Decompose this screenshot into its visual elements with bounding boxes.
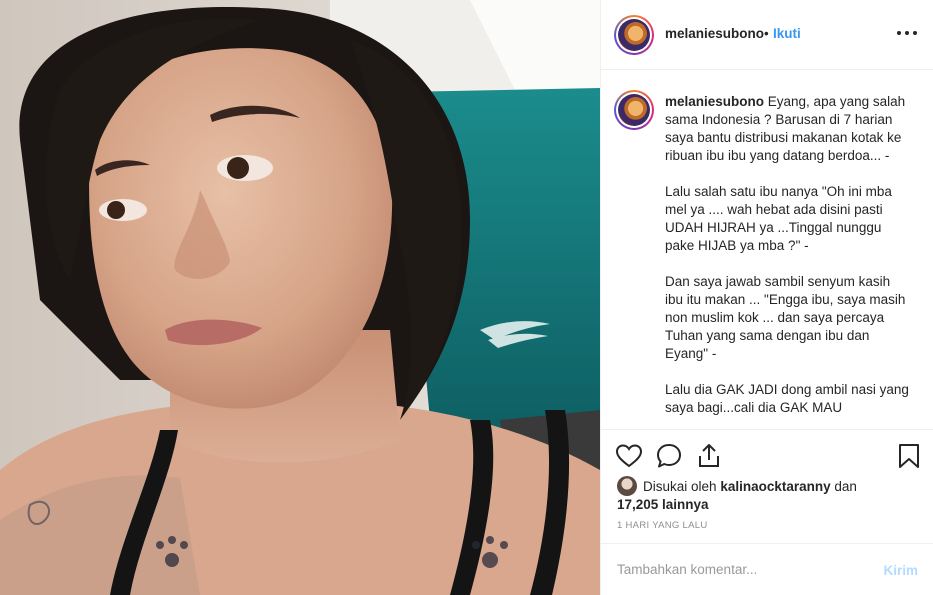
caption-avatar[interactable] [614,90,654,130]
add-comment-bar: Kirim [601,543,933,595]
caption-paragraph: Lalu dia GAK JADI dong ambil nasi yang s… [665,382,909,415]
bookmark-icon[interactable] [895,442,923,470]
caption-paragraph: Dan saya jawab sambil senyum kasih ibu i… [665,274,906,361]
post-side-panel: melaniesubono • Ikuti melaniesubono Eyan… [600,0,933,595]
follow-button[interactable]: Ikuti [773,26,801,41]
comment-input[interactable] [617,558,867,580]
caption-paragraph: Lalu salah satu ibu nanya "Oh ini mba me… [665,184,892,253]
caption-text: melaniesubono Eyang, apa yang salah sama… [665,93,910,429]
header-username[interactable]: melaniesubono [665,26,764,41]
likes-summary: Disukai oleh kalinaocktaranny dan 17,205… [617,476,917,514]
post-photo[interactable] [0,0,600,595]
selfie-image [0,0,600,595]
liker-username[interactable]: kalinaocktaranny [720,479,830,494]
post-timestamp[interactable]: 1 HARI YANG LALU [617,520,708,531]
post-comment-button[interactable]: Kirim [883,563,918,578]
avatar[interactable] [614,15,654,55]
share-icon[interactable] [695,442,723,470]
liker-avatar[interactable] [617,476,637,496]
comments-list[interactable]: melaniesubono Eyang, apa yang salah sama… [601,70,933,430]
post-header: melaniesubono • Ikuti [601,0,933,70]
caption-username[interactable]: melaniesubono [665,94,764,109]
action-bar [601,430,933,476]
likes-count[interactable]: 17,205 lainnya [617,497,709,512]
heart-icon[interactable] [615,442,643,470]
comment-icon[interactable] [655,442,683,470]
ellipsis-icon[interactable] [895,22,919,44]
header-separator: • [764,26,769,41]
caption-paragraph: melaniesubono Eyang, apa yang salah sama… [665,94,906,163]
